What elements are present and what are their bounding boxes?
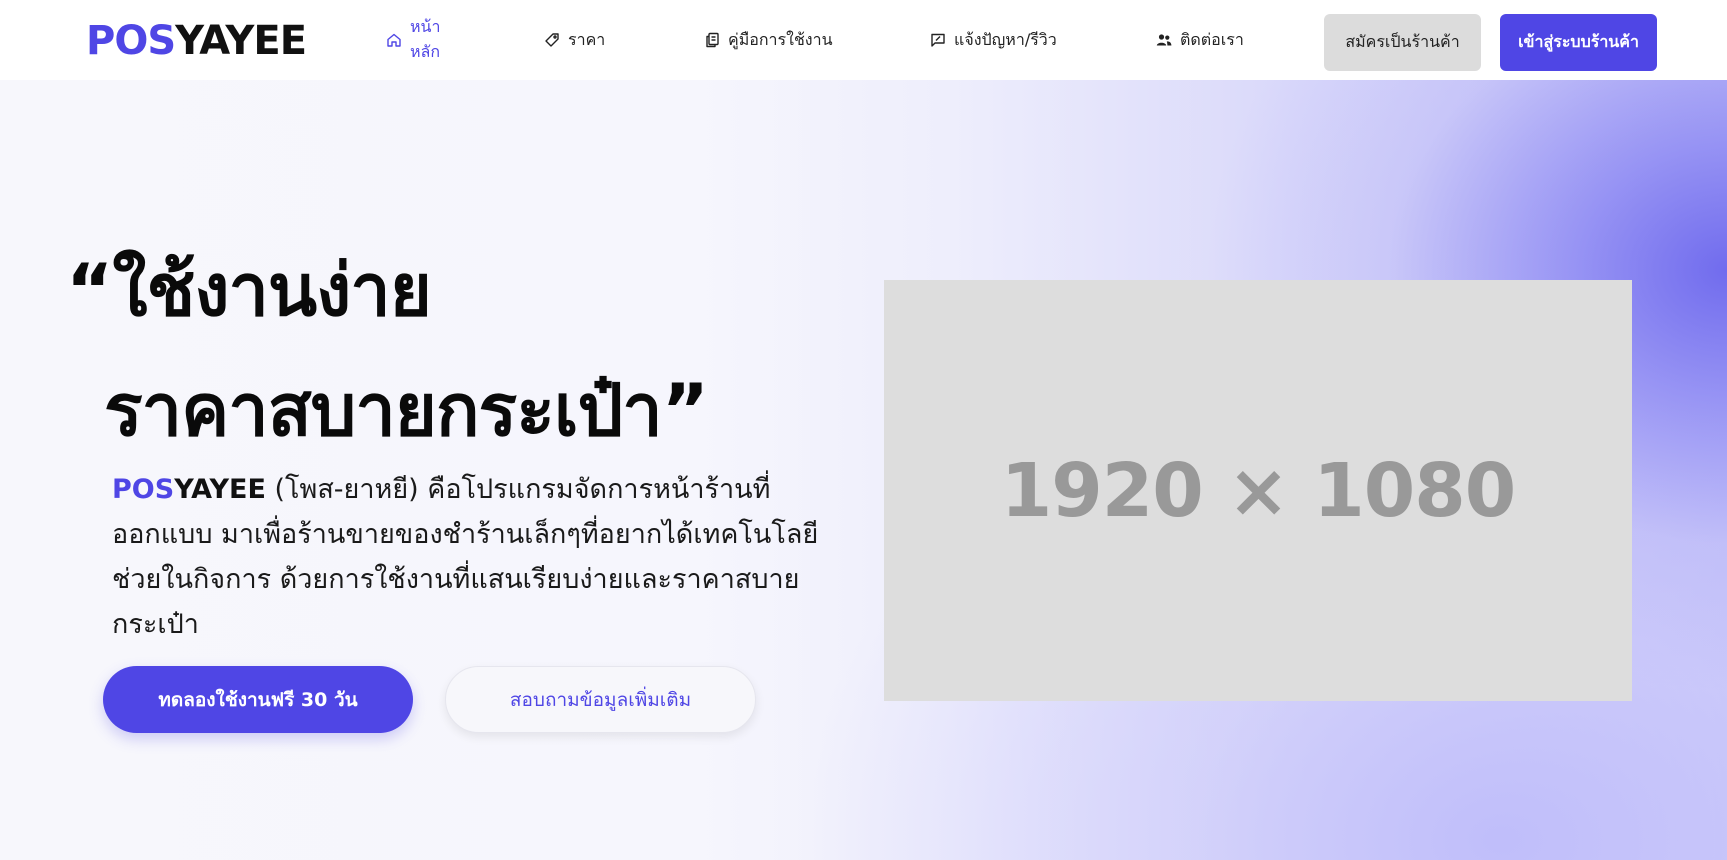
home-icon — [387, 33, 401, 47]
nav-item-label: ราคา — [568, 29, 606, 49]
hero-image-placeholder: 1920 × 1080 — [884, 280, 1632, 701]
nav-item-contact[interactable]: ติดต่อเรา — [1156, 0, 1244, 80]
logo-yayee: YAYEE — [175, 18, 307, 64]
contacts-icon — [1156, 34, 1172, 46]
feedback-icon — [931, 33, 945, 47]
nav-item-manual[interactable]: คู่มือการใช้งาน — [704, 0, 833, 80]
site-logo[interactable]: POSYAYEE — [86, 16, 307, 66]
nav-item-label: หน้าหลัก — [410, 17, 441, 61]
nav-item-home[interactable]: หน้าหลัก — [386, 0, 440, 80]
hero-headline: “ใช้งานง่าย ราคาสบายกระเป๋า” — [66, 230, 709, 470]
nav-item-label: แจ้งปัญหา/รีวิว — [954, 29, 1057, 49]
hero-section: “ใช้งานง่าย ราคาสบายกระเป๋า” POSYAYEE (โ… — [0, 80, 1727, 860]
store-login-button[interactable]: เข้าสู่ระบบร้านค้า — [1500, 14, 1657, 71]
brand-pos: POS — [112, 474, 175, 505]
documents-icon — [706, 32, 719, 48]
tag-icon — [545, 33, 559, 47]
free-trial-button[interactable]: ทดลองใช้งานฟรี 30 วัน — [103, 666, 413, 733]
logo-pos: POS — [86, 18, 176, 64]
brand-yayee: YAYEE — [174, 474, 266, 505]
hero-description: POSYAYEE (โพส-ยาหยี) คือโปรแกรมจัดการหน้… — [112, 467, 822, 647]
navbar: POSYAYEE หน้าหลัก ราคา คู่มือการใช้งาน แ… — [0, 0, 1727, 80]
headline-line-2: ราคาสบายกระเป๋า” — [104, 368, 709, 452]
headline-line-1: “ใช้งานง่าย — [66, 248, 432, 332]
placeholder-dimensions: 1920 × 1080 — [1000, 447, 1516, 534]
more-info-button[interactable]: สอบถามข้อมูลเพิ่มเติม — [445, 666, 756, 733]
register-store-button[interactable]: สมัครเป็นร้านค้า — [1324, 14, 1481, 71]
brand-name: POSYAYEE — [112, 474, 266, 505]
nav-item-feedback[interactable]: แจ้งปัญหา/รีวิว — [930, 0, 1057, 80]
nav-item-label: คู่มือการใช้งาน — [728, 29, 833, 49]
nav-item-pricing[interactable]: ราคา — [544, 0, 605, 80]
nav-item-label: ติดต่อเรา — [1180, 29, 1244, 49]
